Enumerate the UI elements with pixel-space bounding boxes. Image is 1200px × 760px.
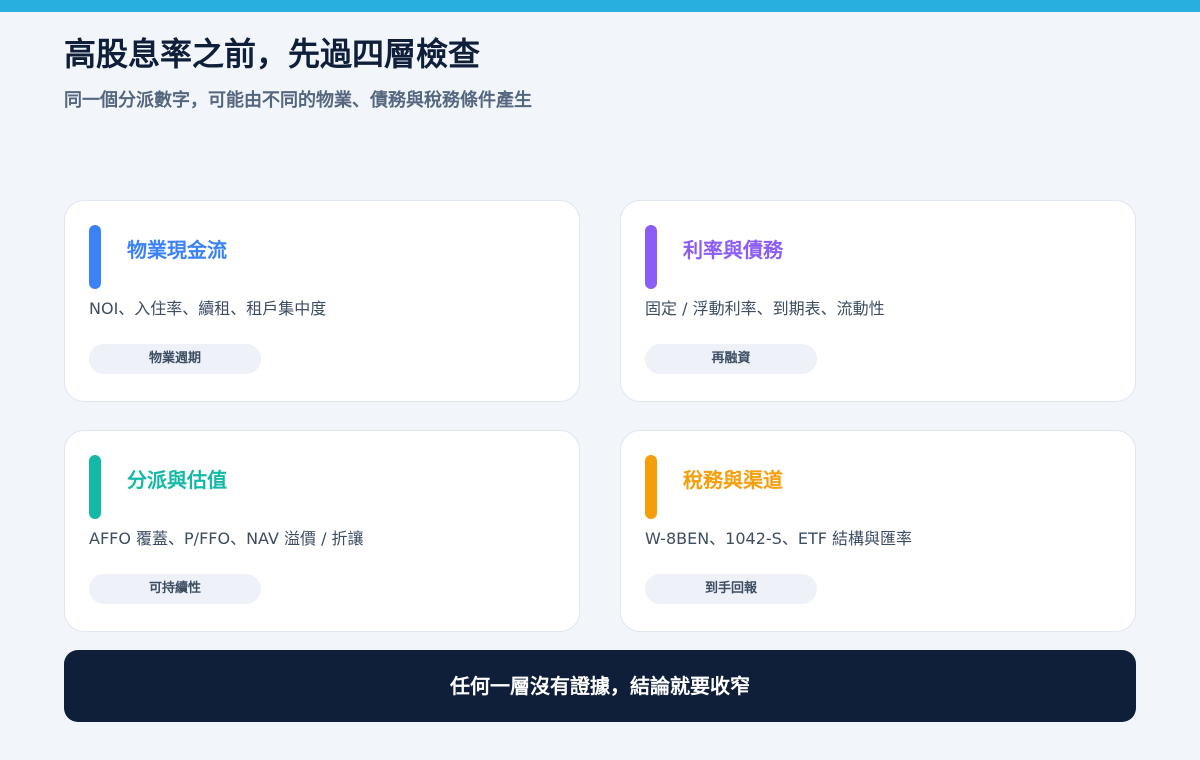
top-accent-bar [0,0,1200,12]
card-description: 固定 / 浮動利率、到期表、流動性 [645,299,885,318]
card-tag: 到手回報 [645,574,817,604]
card-property-cashflow: 物業現金流 NOI、入住率、續租、租戶集中度 物業週期 [64,200,580,402]
card-distribution-valuation: 分派與估值 AFFO 覆蓋、P/FFO、NAV 溢價 / 折讓 可持續性 [64,430,580,632]
card-rates-debt: 利率與債務 固定 / 浮動利率、到期表、流動性 再融資 [620,200,1136,402]
card-description: AFFO 覆蓋、P/FFO、NAV 溢價 / 折讓 [89,529,364,548]
card-tag: 可持續性 [89,574,261,604]
card-accent-bar [645,225,657,289]
page-subtitle: 同一個分派數字，可能由不同的物業、債務與稅務條件產生 [64,90,532,111]
card-tax-channel: 稅務與渠道 W-8BEN、1042-S、ETF 結構與匯率 到手回報 [620,430,1136,632]
card-tag: 再融資 [645,344,817,374]
card-accent-bar [645,455,657,519]
page-title: 高股息率之前，先過四層檢查 [64,35,481,73]
card-description: NOI、入住率、續租、租戶集中度 [89,299,327,318]
card-title: 稅務與渠道 [683,468,783,492]
conclusion-banner: 任何一層沒有證據，結論就要收窄 [64,650,1136,722]
card-title: 物業現金流 [127,238,227,262]
card-accent-bar [89,225,101,289]
card-description: W-8BEN、1042-S、ETF 結構與匯率 [645,529,913,548]
card-tag: 物業週期 [89,344,261,374]
card-title: 分派與估值 [127,468,227,492]
card-accent-bar [89,455,101,519]
card-title: 利率與債務 [683,238,783,262]
